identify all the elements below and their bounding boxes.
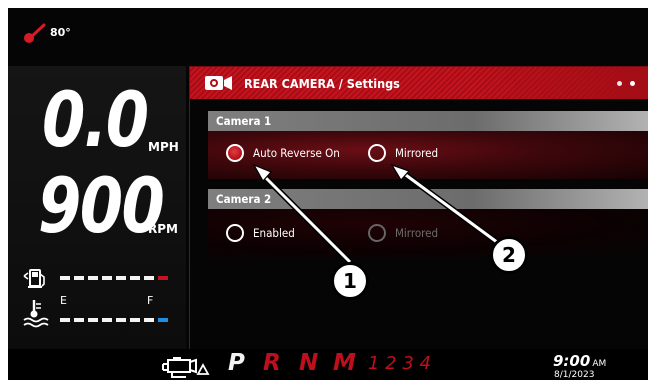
camera-1-section-header: Camera 1 — [208, 111, 648, 131]
gear-park: P — [228, 350, 245, 376]
speed-readout: 0.0 — [42, 75, 149, 164]
camera-2-mirrored-radio — [368, 224, 386, 242]
bar-segment — [116, 318, 126, 322]
clock-ampm: AM — [592, 359, 607, 369]
camera-1-options: Auto Reverse On Mirrored — [208, 131, 648, 179]
camera-1-mirrored-radio[interactable] — [368, 144, 386, 162]
bottom-status-bar: P R N M 1 2 3 4 9:00 AM 8/1/2023 — [8, 349, 648, 380]
camera-2-enabled-label[interactable]: Enabled — [253, 226, 295, 240]
camera-2-section-header: Camera 2 — [208, 189, 648, 209]
camera-2-label: Camera 2 — [216, 192, 272, 206]
camera-2-enabled-radio[interactable] — [226, 224, 244, 242]
clock-date: 8/1/2023 — [554, 370, 595, 380]
bar-segment — [144, 276, 154, 280]
auto-reverse-radio[interactable] — [226, 144, 244, 162]
bar-segment — [88, 276, 98, 280]
bar-segment — [60, 318, 70, 322]
page-indicator-dot[interactable] — [617, 81, 622, 86]
callout-2: 2 — [490, 236, 528, 274]
rpm-readout: 900 — [38, 161, 165, 250]
bar-segment — [102, 318, 112, 322]
gear-reverse: R — [263, 350, 281, 376]
settings-header: REAR CAMERA / Settings — [190, 67, 648, 99]
temperature-readout: 80° — [50, 26, 71, 39]
bar-segment — [130, 318, 140, 322]
fuel-pump-icon — [23, 269, 45, 288]
coolant-level-bar — [60, 318, 168, 322]
gauge-full-label: F — [147, 294, 154, 307]
gear-numbers: 1 2 3 4 — [368, 353, 431, 374]
page-indicator-dot-active[interactable] — [630, 81, 635, 86]
camera-1-mirrored-label[interactable]: Mirrored — [395, 146, 438, 160]
clock-time: 9:00 AM — [553, 352, 606, 370]
bar-segment-cold — [158, 318, 168, 322]
coolant-temperature-icon — [23, 300, 49, 328]
gear-neutral: N — [299, 350, 319, 376]
bar-segment — [88, 318, 98, 322]
gear-manual: M — [333, 350, 356, 376]
bar-segment — [60, 276, 70, 280]
callout-1: 1 — [331, 262, 369, 300]
camera-2-options: Enabled Mirrored — [208, 209, 648, 257]
bar-segment-empty — [158, 276, 168, 280]
auto-reverse-label[interactable]: Auto Reverse On — [253, 146, 340, 160]
engine-warning-icon — [162, 357, 210, 378]
bar-segment — [116, 276, 126, 280]
clock-time-value: 9:00 — [553, 352, 591, 370]
camera-2-mirrored-label: Mirrored — [395, 226, 439, 240]
bar-segment — [130, 276, 140, 280]
bar-segment — [74, 276, 84, 280]
settings-title: REAR CAMERA / Settings — [244, 76, 400, 91]
camera-1-label: Camera 1 — [216, 114, 272, 128]
gauge-empty-label: E — [60, 294, 67, 307]
dashboard-screen: 80° 0.0 MPH 900 RPM E F REAR CAMERA / Se… — [8, 8, 648, 380]
bar-segment — [144, 318, 154, 322]
thermometer-icon — [24, 23, 46, 43]
bar-segment — [74, 318, 84, 322]
fuel-level-bar — [60, 276, 168, 280]
bar-segment — [102, 276, 112, 280]
speed-unit: MPH — [148, 140, 179, 154]
rpm-unit: RPM — [148, 222, 178, 236]
camera-icon — [205, 76, 232, 90]
